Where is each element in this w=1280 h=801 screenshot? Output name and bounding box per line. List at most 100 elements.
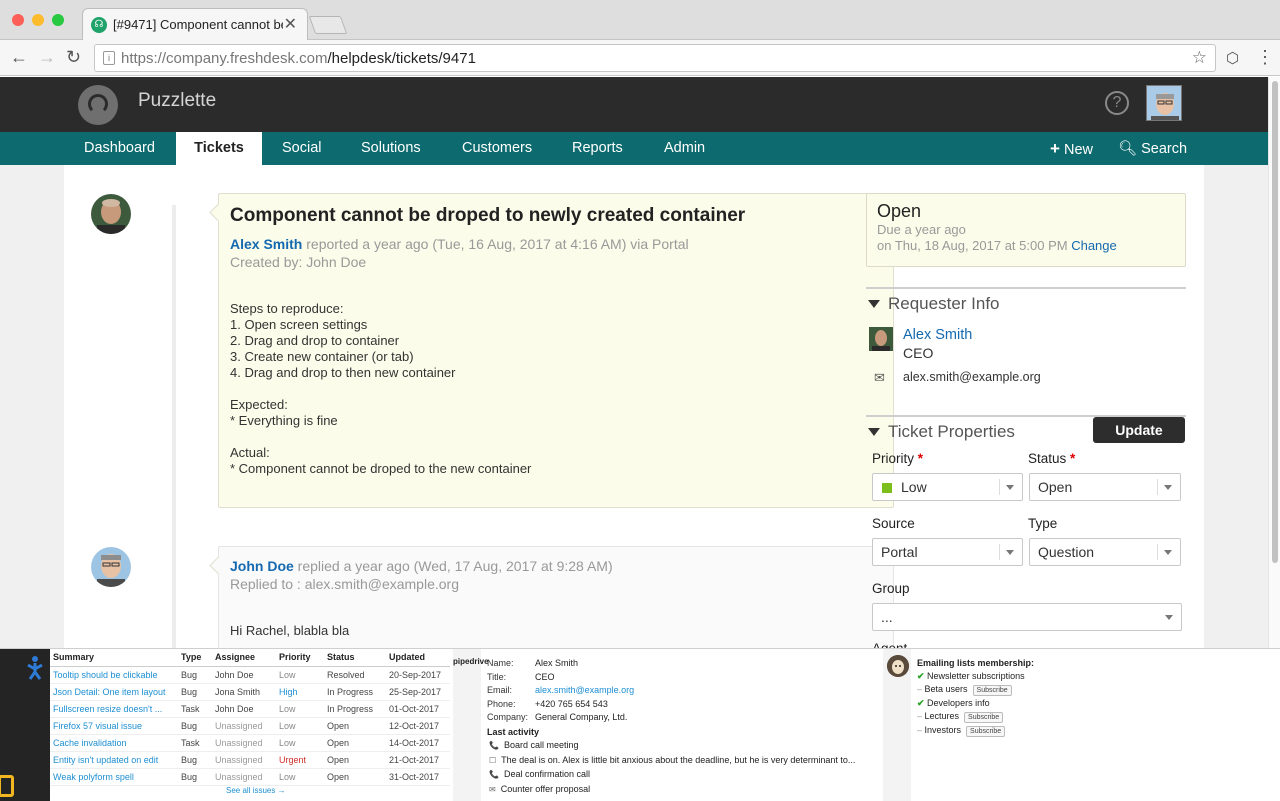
- headset-logo-icon[interactable]: [78, 85, 118, 125]
- ticket-properties-header[interactable]: Ticket Properties Update: [866, 415, 1186, 443]
- issue-assignee: John Doe: [212, 666, 276, 684]
- email-list-item: – Lectures Subscribe: [917, 711, 1004, 724]
- issue-type: Bug: [178, 751, 212, 769]
- issue-summary-link[interactable]: Fullscreen resize doesn't ...: [50, 700, 178, 718]
- mailchimp-logo-icon[interactable]: [887, 655, 909, 677]
- search-button[interactable]: 🔍︎ Search: [1102, 132, 1203, 165]
- source-select[interactable]: Portal: [872, 538, 1023, 566]
- note-icon: ☐: [489, 755, 497, 765]
- brand-name[interactable]: Puzzlette: [138, 90, 216, 112]
- jira-logo-icon[interactable]: [22, 655, 48, 681]
- nav-customers[interactable]: Customers: [446, 132, 548, 165]
- new-tab-button[interactable]: [308, 16, 348, 34]
- table-row[interactable]: Tooltip should be clickable Bug John Doe Lo…: [50, 666, 450, 684]
- reply-meta: John Doe replied a year ago (Wed, 17 Aug…: [230, 558, 613, 574]
- issue-updated: 25-Sep-2017: [386, 683, 450, 701]
- priority-color-swatch: [882, 483, 892, 493]
- requester-name-link[interactable]: Alex Smith: [903, 327, 972, 343]
- group-value: ...: [881, 609, 893, 625]
- activity-item[interactable]: 📞 Deal confirmation call: [489, 769, 590, 779]
- issue-priority: Low: [276, 666, 324, 684]
- minimize-window-button[interactable]: [32, 14, 44, 26]
- close-window-button[interactable]: [12, 14, 24, 26]
- issue-summary-link[interactable]: Tooltip should be clickable: [50, 666, 178, 684]
- issue-status: Open: [324, 751, 386, 769]
- nav-dashboard[interactable]: Dashboard: [68, 132, 171, 165]
- help-icon[interactable]: ?: [1105, 91, 1129, 115]
- email-list-name: Lectures: [924, 711, 960, 722]
- page-scrollbar[interactable]: [1268, 77, 1280, 648]
- status-select[interactable]: Open: [1029, 473, 1181, 501]
- browser-tab[interactable]: ☊ [#9471] Component cannot be droped to …: [82, 8, 308, 40]
- requester-link[interactable]: Alex Smith: [230, 236, 302, 252]
- due-date-line: on Thu, 18 Aug, 2017 at 5:00 PM Change: [877, 238, 1117, 253]
- priority-select[interactable]: Low: [872, 473, 1023, 501]
- nav-solutions[interactable]: Solutions: [345, 132, 437, 165]
- group-select[interactable]: ...: [872, 603, 1182, 631]
- subscribe-button[interactable]: Subscribe: [964, 712, 1004, 724]
- issue-summary-link[interactable]: Weak polyform spell: [50, 768, 178, 786]
- address-bar[interactable]: i https://company.freshdesk.com/helpdesk…: [94, 44, 1216, 72]
- scrollbar-thumb[interactable]: [1272, 81, 1278, 563]
- chevron-down-icon: [1164, 485, 1172, 490]
- issue-summary-link[interactable]: Entity isn't updated on edit: [50, 751, 178, 769]
- update-button[interactable]: Update: [1093, 417, 1185, 443]
- url-text: https://company.freshdesk.com/helpdesk/t…: [121, 50, 476, 67]
- agent-link[interactable]: John Doe: [230, 558, 294, 574]
- group-label: Group: [872, 581, 910, 596]
- bookmark-star-icon[interactable]: ☆: [1192, 48, 1207, 68]
- user-avatar[interactable]: [1146, 85, 1182, 121]
- column-header: Type: [178, 649, 212, 667]
- contact-field-label: Email:: [487, 685, 513, 695]
- phone-icon: 📞: [489, 770, 499, 780]
- subscribe-button[interactable]: Subscribe: [966, 725, 1006, 737]
- activity-item[interactable]: ☐ The deal is on. Alex is little bit anxi…: [489, 755, 855, 765]
- activity-item[interactable]: 📞 Board call meeting: [489, 740, 579, 750]
- contact-field-value[interactable]: alex.smith@example.org: [535, 685, 634, 695]
- issue-updated: 20-Sep-2017: [386, 666, 450, 684]
- menu-dots-icon[interactable]: ⋮: [1256, 47, 1274, 68]
- app-switcher-icon[interactable]: [0, 775, 14, 797]
- reload-icon[interactable]: ↻: [66, 47, 81, 68]
- table-row[interactable]: Firefox 57 visual issue Bug Unassigned Low O…: [50, 717, 450, 735]
- extension-icon[interactable]: ⬡: [1226, 49, 1239, 67]
- tab-close-icon[interactable]: ✕: [284, 14, 297, 34]
- see-all-issues-link[interactable]: See all issues →: [226, 786, 286, 795]
- table-row[interactable]: Json Detail: One item layout Bug Jona Smit…: [50, 683, 450, 701]
- issue-summary-link[interactable]: Json Detail: One item layout: [50, 683, 178, 701]
- table-row[interactable]: Weak polyform spell Bug Unassigned Low Open 3…: [50, 768, 450, 786]
- nav-social[interactable]: Social: [266, 132, 338, 165]
- ticket-reported-meta: reported a year ago (Tue, 16 Aug, 2017 a…: [306, 236, 689, 252]
- jira-issues-table: Summary Type Assignee Priority Status Up…: [50, 649, 453, 801]
- forward-arrow-icon[interactable]: →: [38, 47, 56, 68]
- table-row[interactable]: Cache invalidation Task Unassigned Low Open 1…: [50, 734, 450, 752]
- nav-reports[interactable]: Reports: [556, 132, 639, 165]
- issue-summary-link[interactable]: Cache invalidation: [50, 734, 178, 752]
- type-select[interactable]: Question: [1029, 538, 1181, 566]
- column-header: Updated: [386, 649, 450, 667]
- url-host: https://company.freshdesk.com: [121, 50, 328, 67]
- nav-tickets[interactable]: Tickets: [176, 132, 262, 165]
- activity-item[interactable]: ✉ Counter offer proposal: [489, 784, 590, 794]
- chevron-down-icon: [1006, 485, 1014, 490]
- maximize-window-button[interactable]: [52, 14, 64, 26]
- pipedrive-sidebar: pipedrive: [453, 649, 489, 801]
- table-row[interactable]: Entity isn't updated on edit Bug Unassigne…: [50, 751, 450, 769]
- contact-field-value: Alex Smith: [535, 658, 579, 668]
- body-line: Expected:: [230, 397, 288, 412]
- requester-info-header[interactable]: Requester Info: [866, 287, 1186, 314]
- new-button[interactable]: + New: [1034, 132, 1109, 165]
- subscribe-button[interactable]: Subscribe: [972, 685, 1012, 697]
- priority-field-label: Priority *: [872, 451, 924, 466]
- reply-recipient: Replied to : alex.smith@example.org: [230, 576, 459, 592]
- table-row[interactable]: Fullscreen resize doesn't ... Task John Do…: [50, 700, 450, 718]
- page-info-icon[interactable]: i: [103, 51, 115, 65]
- contact-field-label: Title:: [487, 671, 507, 682]
- change-due-link[interactable]: Change: [1071, 238, 1117, 253]
- activity-text: Board call meeting: [503, 740, 579, 750]
- nav-admin[interactable]: Admin: [648, 132, 721, 165]
- email-list-item: – Beta users Subscribe: [917, 684, 1012, 697]
- back-arrow-icon[interactable]: ←: [10, 47, 28, 68]
- issue-updated: 01-Oct-2017: [386, 700, 450, 718]
- issue-summary-link[interactable]: Firefox 57 visual issue: [50, 717, 178, 735]
